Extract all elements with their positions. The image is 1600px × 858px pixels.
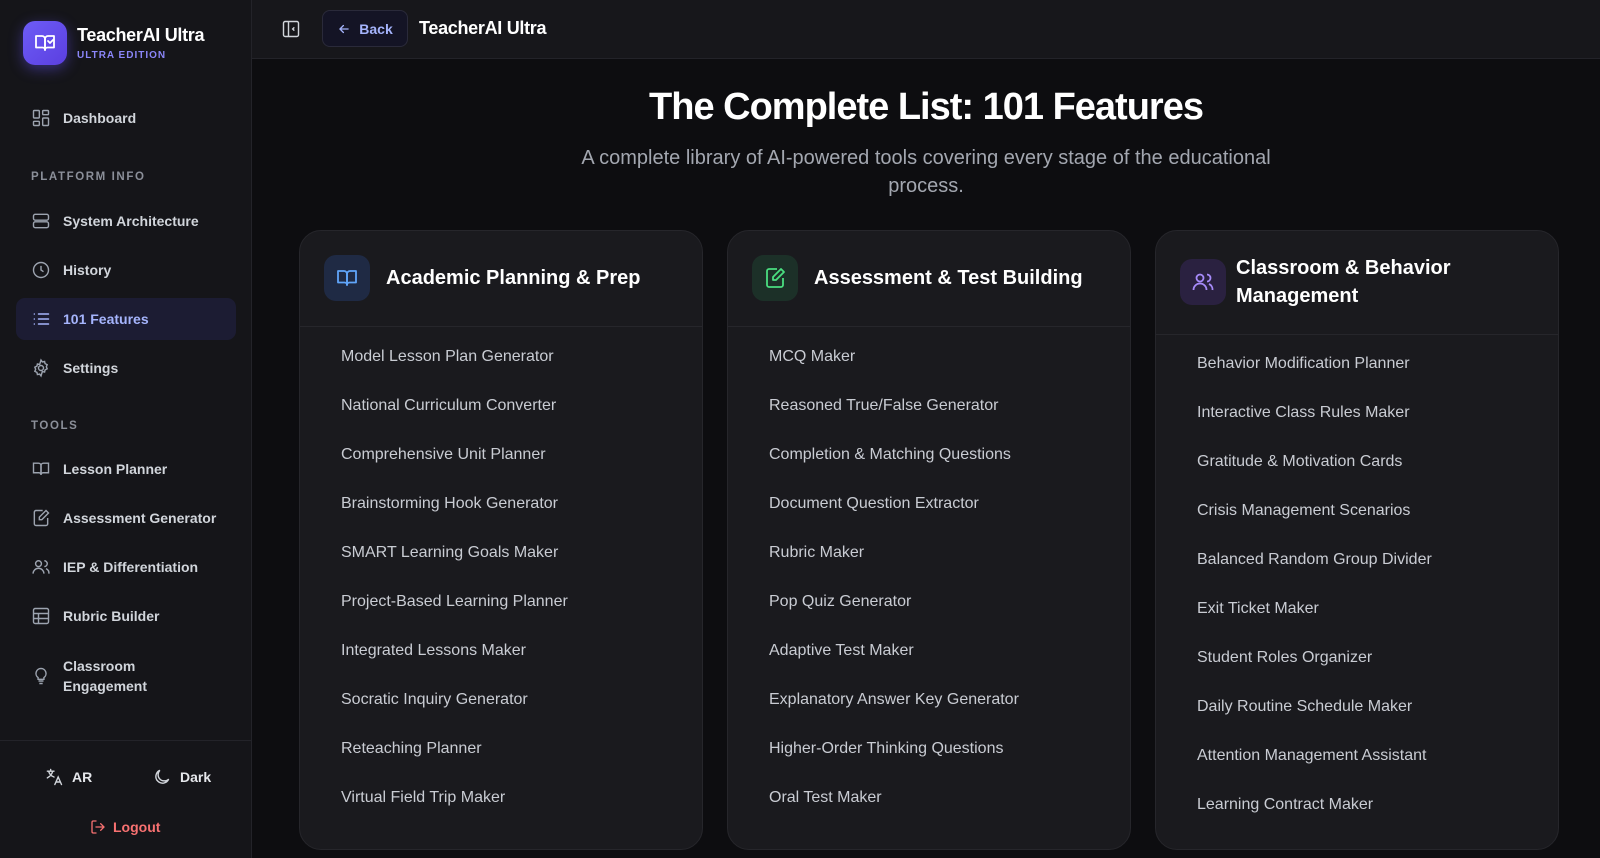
feature-item[interactable]: Learning Contract Maker (1197, 796, 1373, 814)
logout-button[interactable]: Logout (90, 819, 160, 835)
feature-item[interactable]: Oral Test Maker (769, 789, 882, 807)
sidebar-item-label: Classroom Engagement (63, 658, 148, 694)
category-card-assessment: Assessment & Test Building MCQ Maker Rea… (727, 230, 1131, 850)
sidebar-item-assessment-generator[interactable]: Assessment Generator (16, 497, 236, 539)
tools-heading: TOOLS (31, 420, 79, 432)
feature-item[interactable]: Completion & Matching Questions (769, 446, 1011, 464)
feature-item[interactable]: Exit Ticket Maker (1197, 600, 1319, 618)
sidebar-item-label: System Architecture (63, 213, 199, 229)
sidebar-item-label: Assessment Generator (63, 510, 217, 526)
sidebar-footer: AR Dark Logout (0, 740, 252, 858)
theme-label: Dark (180, 769, 212, 785)
sidebar-item-history[interactable]: History (16, 249, 236, 291)
feature-item[interactable]: Student Roles Organizer (1197, 649, 1372, 667)
feature-item[interactable]: Virtual Field Trip Maker (341, 789, 505, 807)
card-title: Academic Planning & Prep (386, 267, 641, 289)
feature-item[interactable]: Integrated Lessons Maker (341, 642, 526, 660)
edit-document-icon (752, 255, 798, 301)
card-header: Academic Planning & Prep (300, 231, 702, 327)
platform-info-heading: PLATFORM INFO (31, 171, 146, 183)
edit-document-icon (33, 509, 50, 527)
feature-item[interactable]: Explanatory Answer Key Generator (769, 691, 1019, 709)
card-title: Classroom & Behavior Management (1236, 257, 1451, 307)
back-button[interactable]: Back (322, 10, 408, 47)
feature-item[interactable]: Project-Based Learning Planner (341, 593, 568, 611)
card-header: Classroom & Behavior Management (1156, 231, 1558, 335)
book-logo-icon (23, 21, 67, 65)
sidebar: TeacherAI Ultra ULTRA EDITION Dashboard … (0, 0, 252, 858)
sidebar-toggle-icon[interactable] (281, 19, 301, 39)
logout-icon (91, 820, 105, 834)
feature-item[interactable]: Gratitude & Motivation Cards (1197, 453, 1402, 471)
sidebar-item-label: 101 Features (63, 311, 149, 327)
feature-item[interactable]: Pop Quiz Generator (769, 593, 911, 611)
feature-item[interactable]: Interactive Class Rules Maker (1197, 404, 1410, 422)
feature-item[interactable]: Reteaching Planner (341, 740, 482, 758)
feature-item[interactable]: Socratic Inquiry Generator (341, 691, 528, 709)
feature-item[interactable]: SMART Learning Goals Maker (341, 544, 558, 562)
feature-item[interactable]: Reasoned True/False Generator (769, 397, 998, 415)
category-card-classroom-behavior: Classroom & Behavior Management Behavior… (1155, 230, 1559, 850)
sidebar-item-label: IEP & Differentiation (63, 559, 199, 575)
sidebar-item-iep-differentiation[interactable]: IEP & Differentiation (16, 546, 236, 588)
moon-icon (155, 769, 170, 784)
feature-item[interactable]: National Curriculum Converter (341, 397, 556, 415)
dashboard-icon (32, 109, 50, 127)
feature-item[interactable]: Behavior Modification Planner (1197, 355, 1410, 373)
language-toggle-button[interactable]: AR (44, 767, 92, 787)
feature-item[interactable]: Document Question Extractor (769, 495, 979, 513)
feature-item[interactable]: Brainstorming Hook Generator (341, 495, 558, 513)
sidebar-item-rubric-builder[interactable]: Rubric Builder (16, 595, 236, 637)
brand[interactable]: TeacherAI Ultra ULTRA EDITION (23, 21, 205, 65)
users-icon (32, 560, 50, 574)
page-subtitle: A complete library of AI-powered tools c… (581, 147, 1271, 197)
translate-icon (46, 768, 63, 786)
feature-item[interactable]: MCQ Maker (769, 348, 855, 366)
brand-subtitle: ULTRA EDITION (77, 50, 167, 61)
book-open-icon (32, 462, 50, 475)
sidebar-item-101-features[interactable]: 101 Features (16, 298, 236, 340)
feature-item[interactable]: Crisis Management Scenarios (1197, 502, 1410, 520)
page-header-title: TeacherAI Ultra (419, 18, 547, 38)
sidebar-item-dashboard[interactable]: Dashboard (16, 97, 236, 139)
feature-item[interactable]: Comprehensive Unit Planner (341, 446, 546, 464)
lightbulb-icon (35, 667, 47, 685)
language-label: AR (72, 769, 93, 785)
sidebar-item-label: Rubric Builder (63, 608, 160, 624)
server-icon (32, 213, 50, 229)
sidebar-item-classroom-engagement[interactable]: Classroom Engagement (16, 652, 196, 700)
list-icon (33, 313, 50, 325)
page-title: The Complete List: 101 Features (649, 86, 1204, 128)
feature-item[interactable]: Model Lesson Plan Generator (341, 348, 554, 366)
table-icon (32, 607, 50, 625)
sidebar-item-label: Lesson Planner (63, 461, 168, 477)
card-title: Assessment & Test Building (814, 267, 1083, 289)
users-icon (1180, 259, 1226, 305)
sidebar-item-label: Settings (63, 360, 119, 376)
gear-icon (33, 358, 49, 378)
sidebar-item-label: History (63, 262, 112, 278)
feature-item[interactable]: Daily Routine Schedule Maker (1197, 698, 1412, 716)
arrow-left-icon (339, 24, 349, 33)
top-bar: Back TeacherAI Ultra (252, 0, 1600, 59)
feature-item[interactable]: Adaptive Test Maker (769, 642, 914, 660)
feature-item[interactable]: Higher-Order Thinking Questions (769, 740, 1003, 758)
open-book-icon (324, 255, 370, 301)
feature-item[interactable]: Balanced Random Group Divider (1197, 551, 1432, 569)
brand-title: TeacherAI Ultra (77, 25, 205, 45)
back-label: Back (359, 20, 393, 37)
category-card-academic-planning: Academic Planning & Prep Model Lesson Pl… (299, 230, 703, 850)
card-header: Assessment & Test Building (728, 231, 1130, 327)
feature-item[interactable]: Rubric Maker (769, 544, 864, 562)
sidebar-item-lesson-planner[interactable]: Lesson Planner (16, 448, 236, 490)
theme-toggle-button[interactable]: Dark (152, 767, 211, 787)
sidebar-item-settings[interactable]: Settings (16, 347, 236, 389)
logout-label: Logout (113, 819, 161, 835)
sidebar-item-system-architecture[interactable]: System Architecture (16, 200, 236, 242)
sidebar-item-label: Dashboard (63, 110, 137, 126)
clock-icon (32, 261, 50, 279)
feature-item[interactable]: Attention Management Assistant (1197, 747, 1426, 765)
